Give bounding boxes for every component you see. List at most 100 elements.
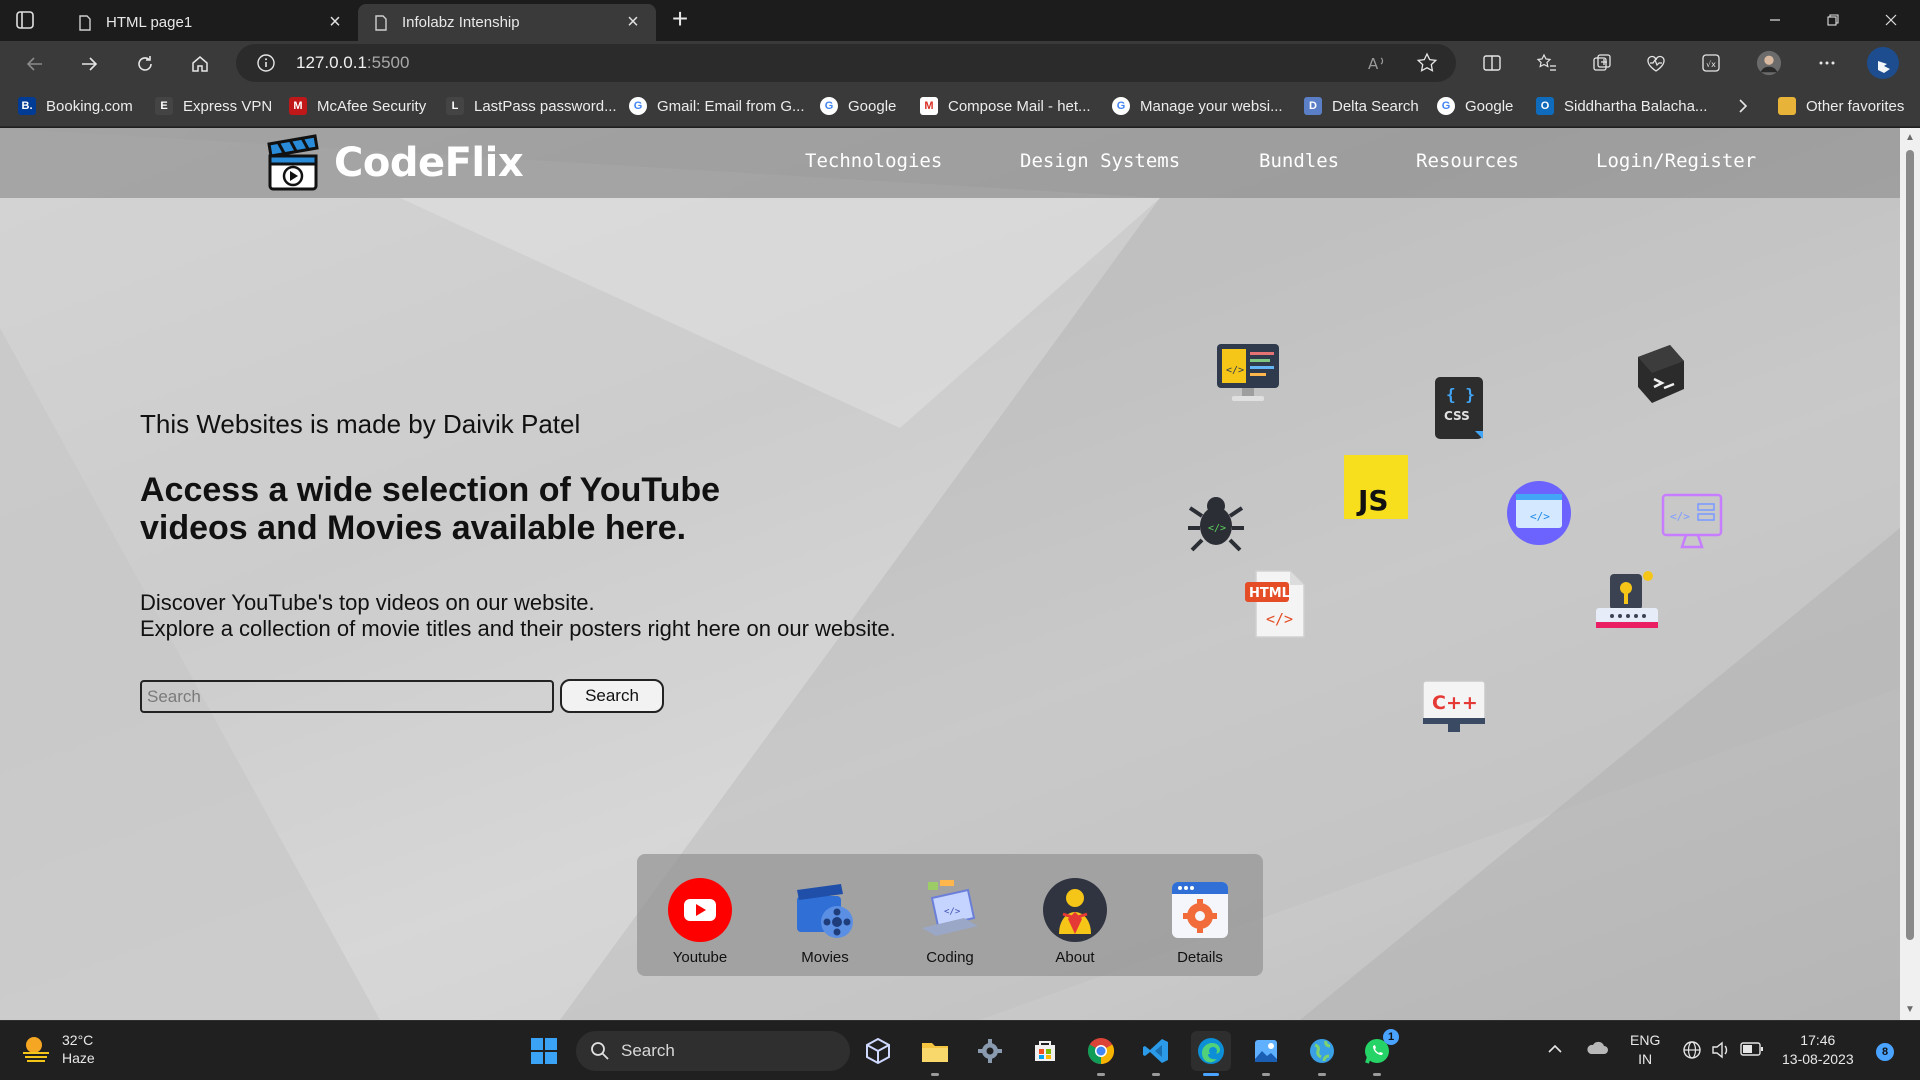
scroll-down-arrow-icon[interactable]: ▼	[1904, 1004, 1916, 1016]
bookmark-label: Siddhartha Balacha...	[1564, 97, 1708, 115]
bookmark-delta-search[interactable]: D Delta Search	[1304, 95, 1419, 117]
bookmark-lastpass[interactable]: L LastPass password...	[446, 95, 617, 117]
nav-login-register[interactable]: Login/Register	[1596, 150, 1756, 172]
start-button[interactable]	[524, 1031, 564, 1071]
close-tab-icon[interactable]: ×	[624, 12, 642, 32]
close-window-button[interactable]	[1862, 0, 1920, 40]
back-arrow-icon[interactable]	[20, 49, 50, 79]
math-solver-icon[interactable]: √x	[1698, 50, 1724, 76]
taskbar-edge[interactable]	[1191, 1031, 1231, 1076]
browser-essentials-icon[interactable]	[1643, 50, 1669, 76]
language-indicator[interactable]: ENG IN	[1630, 1031, 1660, 1069]
tab-actions-icon[interactable]	[14, 9, 46, 31]
dock-item-about[interactable]: About	[1020, 878, 1130, 966]
new-tab-button[interactable]: +	[666, 5, 694, 34]
bing-copilot-icon[interactable]	[1866, 46, 1900, 80]
bookmark-google-2[interactable]: G Google	[1437, 95, 1513, 117]
windows-logo-icon	[531, 1038, 557, 1064]
code-monitor-icon: </>	[1217, 344, 1279, 401]
taskbar-chrome[interactable]	[1081, 1031, 1121, 1076]
collections-icon[interactable]	[1589, 50, 1615, 76]
notification-count-badge[interactable]: 8	[1876, 1043, 1894, 1061]
volume-icon[interactable]	[1710, 1040, 1732, 1065]
search-button[interactable]: Search	[560, 679, 664, 713]
bookmark-expressvpn[interactable]: E Express VPN	[155, 95, 272, 117]
bookmark-booking[interactable]: B. Booking.com	[18, 95, 133, 117]
bookmark-compose-mail[interactable]: M Compose Mail - het...	[920, 95, 1091, 117]
taskbar-search-label: Search	[621, 1041, 675, 1060]
battery-icon[interactable]	[1740, 1042, 1764, 1061]
taskbar-file-explorer[interactable]	[915, 1031, 955, 1076]
split-screen-icon[interactable]	[1479, 50, 1505, 76]
taskbar-settings[interactable]	[970, 1031, 1010, 1071]
read-aloud-icon[interactable]: A	[1366, 52, 1388, 74]
svg-text:√x: √x	[1706, 60, 1716, 69]
tab-html-page1[interactable]: HTML page1 ×	[62, 4, 358, 41]
forward-arrow-icon[interactable]	[74, 49, 104, 79]
nav-resources[interactable]: Resources	[1416, 150, 1519, 172]
bookmark-label: Manage your websi...	[1140, 97, 1283, 115]
scroll-up-arrow-icon[interactable]: ▲	[1904, 132, 1916, 144]
bookmark-mcafee[interactable]: M McAfee Security	[289, 95, 426, 117]
address-bar[interactable]: 127.0.0.1:5500 A	[236, 44, 1456, 82]
vscode-icon	[1143, 1039, 1168, 1063]
bookmark-manage-website[interactable]: G Manage your websi...	[1112, 95, 1283, 117]
tab-infolabz[interactable]: Infolabz Intenship ×	[358, 4, 656, 41]
expressvpn-icon: E	[155, 97, 173, 115]
lastpass-icon: L	[446, 97, 464, 115]
minimize-button[interactable]	[1746, 0, 1804, 40]
html-label: HTML	[1249, 586, 1290, 601]
close-tab-icon[interactable]: ×	[326, 12, 344, 32]
codeflix-logo[interactable]: CodeFlix	[266, 134, 524, 192]
dock-item-movies[interactable]: Movies	[770, 878, 880, 966]
running-indicator	[1203, 1073, 1219, 1076]
bookmark-label: Gmail: Email from G...	[657, 97, 805, 115]
taskbar-browser-globe[interactable]	[1302, 1031, 1342, 1076]
favorites-bar: B. Booking.com E Express VPN M McAfee Secur…	[0, 85, 1920, 127]
taskbar-virtualbox[interactable]	[858, 1031, 898, 1071]
nav-bundles[interactable]: Bundles	[1259, 150, 1339, 172]
more-bookmarks-chevron-icon[interactable]	[1736, 95, 1750, 117]
web-design-monitor-icon: </>	[1661, 493, 1723, 549]
restore-button[interactable]	[1804, 0, 1862, 40]
bookmark-gmail[interactable]: G Gmail: Email from G...	[629, 95, 805, 117]
weather-text: 32°C Haze	[62, 1031, 95, 1067]
bookmark-google[interactable]: G Google	[820, 95, 896, 117]
taskbar-store[interactable]	[1025, 1031, 1065, 1071]
profile-avatar[interactable]	[1756, 50, 1782, 76]
onedrive-cloud-icon[interactable]	[1585, 1039, 1609, 1062]
page-scrollbar[interactable]: ▲ ▼	[1900, 128, 1920, 1020]
favorites-list-icon[interactable]	[1534, 50, 1560, 76]
taskbar-photos[interactable]	[1246, 1031, 1286, 1076]
dock-item-youtube[interactable]: Youtube	[645, 878, 755, 966]
taskbar-whatsapp[interactable]: 1	[1357, 1029, 1399, 1076]
delta-search-icon: D	[1304, 97, 1322, 115]
chrome-icon	[1087, 1038, 1115, 1065]
dock-item-details[interactable]: Details	[1145, 878, 1255, 966]
weather-widget[interactable]: 32°C Haze	[20, 1031, 95, 1067]
more-options-icon[interactable]	[1814, 50, 1840, 76]
site-info-icon[interactable]	[256, 53, 276, 73]
show-hidden-icons-chevron-icon[interactable]	[1547, 1041, 1563, 1060]
brand-name: CodeFlix	[334, 140, 524, 186]
globe-icon	[1310, 1039, 1334, 1063]
password-key-icon	[1596, 571, 1658, 628]
running-indicator	[1097, 1073, 1105, 1076]
credit-text: This Websites is made by Daivik Patel	[140, 409, 581, 439]
taskbar-vscode[interactable]	[1136, 1031, 1176, 1076]
favorite-star-icon[interactable]	[1416, 52, 1438, 74]
bookmark-siddhartha[interactable]: O Siddhartha Balacha...	[1536, 95, 1707, 117]
taskbar-search[interactable]: Search	[576, 1031, 850, 1071]
hero-description: Discover YouTube's top videos on our web…	[140, 590, 896, 642]
network-globe-icon[interactable]	[1682, 1040, 1702, 1065]
search-input[interactable]	[140, 680, 554, 713]
other-favorites[interactable]: Other favorites	[1778, 95, 1904, 117]
clock[interactable]: 17:46 13-08-2023	[1782, 1031, 1854, 1069]
home-icon[interactable]	[185, 49, 215, 79]
nav-technologies[interactable]: Technologies	[805, 150, 942, 172]
scroll-thumb[interactable]	[1906, 150, 1914, 940]
nav-design-systems[interactable]: Design Systems	[1020, 150, 1180, 172]
cpp-monitor-icon: C++	[1422, 680, 1486, 732]
refresh-icon[interactable]	[130, 49, 160, 79]
dock-item-coding[interactable]: </> Coding	[895, 878, 1005, 966]
